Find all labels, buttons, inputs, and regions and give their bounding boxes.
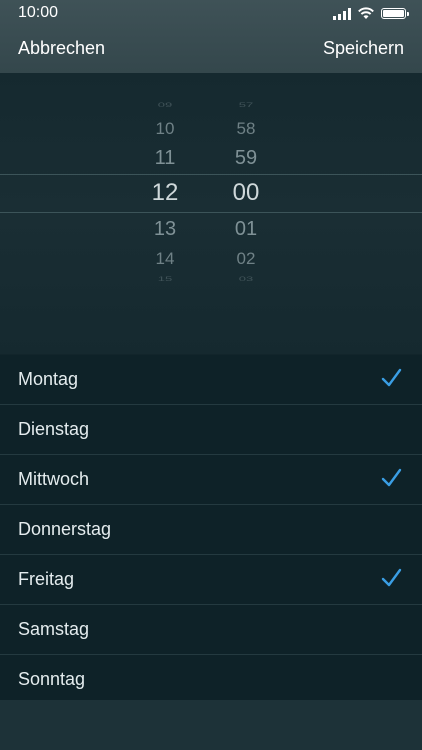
minute-option[interactable]: 58 — [216, 119, 276, 139]
day-label: Sonntag — [18, 669, 86, 689]
hour-selected[interactable]: 12 — [135, 179, 195, 207]
day-row-samstag[interactable]: Samstag — [0, 605, 422, 655]
picker-selection-line-top — [0, 174, 422, 175]
hour-option[interactable]: 10 — [135, 119, 195, 139]
hour-option[interactable]: 14 — [135, 249, 195, 269]
hour-option[interactable]: 09 — [135, 101, 195, 109]
minute-option[interactable]: 57 — [216, 101, 276, 109]
day-row-donnerstag[interactable]: Donnerstag — [0, 505, 422, 555]
bottom-area — [0, 700, 422, 750]
cancel-button[interactable]: Abbrechen — [18, 38, 105, 59]
checkmark-icon — [381, 368, 402, 387]
minute-option[interactable]: 02 — [216, 249, 276, 269]
minute-wheel[interactable]: 57 58 59 00 01 02 03 — [216, 73, 276, 354]
checkmark-icon — [381, 468, 402, 487]
hour-option[interactable]: 13 — [135, 218, 195, 241]
minute-option[interactable]: 59 — [216, 147, 276, 170]
day-label: Donnerstag — [18, 519, 112, 539]
day-label: Dienstag — [18, 419, 90, 439]
checkmark-icon — [381, 568, 402, 587]
day-row-mittwoch[interactable]: Mittwoch — [0, 455, 422, 505]
battery-icon — [381, 8, 409, 19]
day-label: Montag — [18, 369, 79, 389]
picker-selection-line-bottom — [0, 212, 422, 213]
hour-option[interactable]: 15 — [135, 275, 195, 283]
day-label: Samstag — [18, 619, 90, 639]
day-label: Freitag — [18, 569, 75, 589]
minute-option[interactable]: 03 — [216, 275, 276, 283]
save-button[interactable]: Speichern — [323, 38, 404, 59]
wifi-icon — [358, 7, 374, 19]
weekday-list: Montag Dienstag Mittwoch Donnerstag Frei… — [0, 355, 422, 705]
minute-option[interactable]: 01 — [216, 218, 276, 241]
day-row-sonntag[interactable]: Sonntag — [0, 655, 422, 705]
day-row-freitag[interactable]: Freitag — [0, 555, 422, 605]
day-label: Mittwoch — [18, 469, 90, 489]
status-icons — [333, 7, 409, 20]
hour-option[interactable]: 11 — [135, 147, 195, 170]
status-time: 10:00 — [18, 4, 59, 21]
hour-wheel[interactable]: 09 10 11 12 13 14 15 — [135, 73, 195, 354]
time-picker[interactable]: 09 10 11 12 13 14 15 57 58 59 00 01 02 0… — [0, 73, 422, 354]
day-row-dienstag[interactable]: Dienstag — [0, 405, 422, 455]
minute-selected[interactable]: 00 — [216, 179, 276, 207]
top-bar: 10:00 Abbrechen Speichern — [0, 0, 422, 73]
day-row-montag[interactable]: Montag — [0, 355, 422, 405]
cellular-signal-icon — [333, 7, 351, 20]
